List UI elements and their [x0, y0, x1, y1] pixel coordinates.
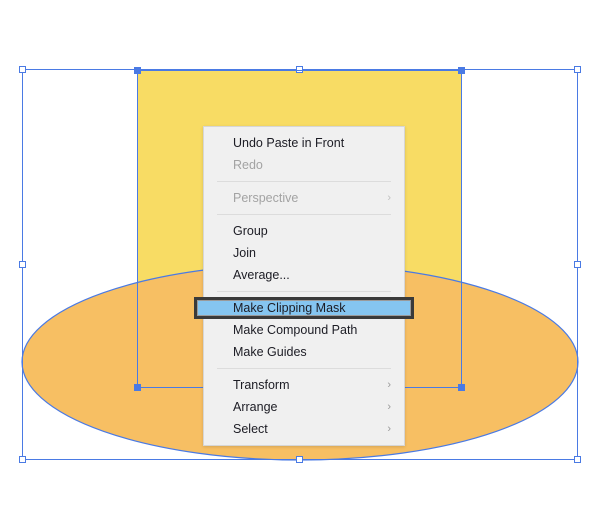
menu-item-label: Arrange	[233, 400, 278, 414]
menu-item-select[interactable]: Select ›	[204, 418, 404, 440]
menu-item-label: Make Clipping Mask	[233, 301, 346, 315]
menu-item-make-compound-path[interactable]: Make Compound Path	[204, 319, 404, 341]
menu-item-label: Perspective	[233, 191, 299, 205]
menu-item-arrange[interactable]: Arrange ›	[204, 396, 404, 418]
chevron-right-icon: ›	[387, 423, 391, 435]
menu-item-label: Make Compound Path	[233, 323, 358, 337]
menu-item-label: Join	[233, 246, 256, 260]
menu-item-label: Select	[233, 422, 268, 436]
menu-item-label: Undo Paste in Front	[233, 136, 345, 150]
context-menu: Undo Paste in Front Redo Perspective › G…	[194, 126, 414, 446]
menu-item-average[interactable]: Average...	[204, 264, 404, 286]
menu-item-label: Average...	[233, 268, 290, 282]
menu-item-transform[interactable]: Transform ›	[204, 374, 404, 396]
menu-item-label: Redo	[233, 158, 263, 172]
menu-item-perspective: Perspective ›	[204, 187, 404, 209]
menu-separator	[217, 368, 391, 369]
chevron-right-icon: ›	[387, 192, 391, 204]
artboard-canvas: Undo Paste in Front Redo Perspective › G…	[0, 0, 600, 520]
chevron-right-icon: ›	[387, 379, 391, 391]
menu-item-group[interactable]: Group	[204, 220, 404, 242]
menu-item-make-clipping-mask[interactable]: Make Clipping Mask	[194, 297, 414, 319]
menu-separator	[217, 181, 391, 182]
chevron-right-icon: ›	[387, 401, 391, 413]
menu-item-join[interactable]: Join	[204, 242, 404, 264]
menu-item-redo: Redo	[204, 154, 404, 176]
menu-item-make-guides[interactable]: Make Guides	[204, 341, 404, 363]
menu-separator	[217, 291, 391, 292]
menu-item-label: Make Guides	[233, 345, 307, 359]
menu-item-undo-paste-in-front[interactable]: Undo Paste in Front	[204, 132, 404, 154]
menu-item-label: Transform	[233, 378, 290, 392]
menu-separator	[217, 214, 391, 215]
menu-item-label: Group	[233, 224, 268, 238]
